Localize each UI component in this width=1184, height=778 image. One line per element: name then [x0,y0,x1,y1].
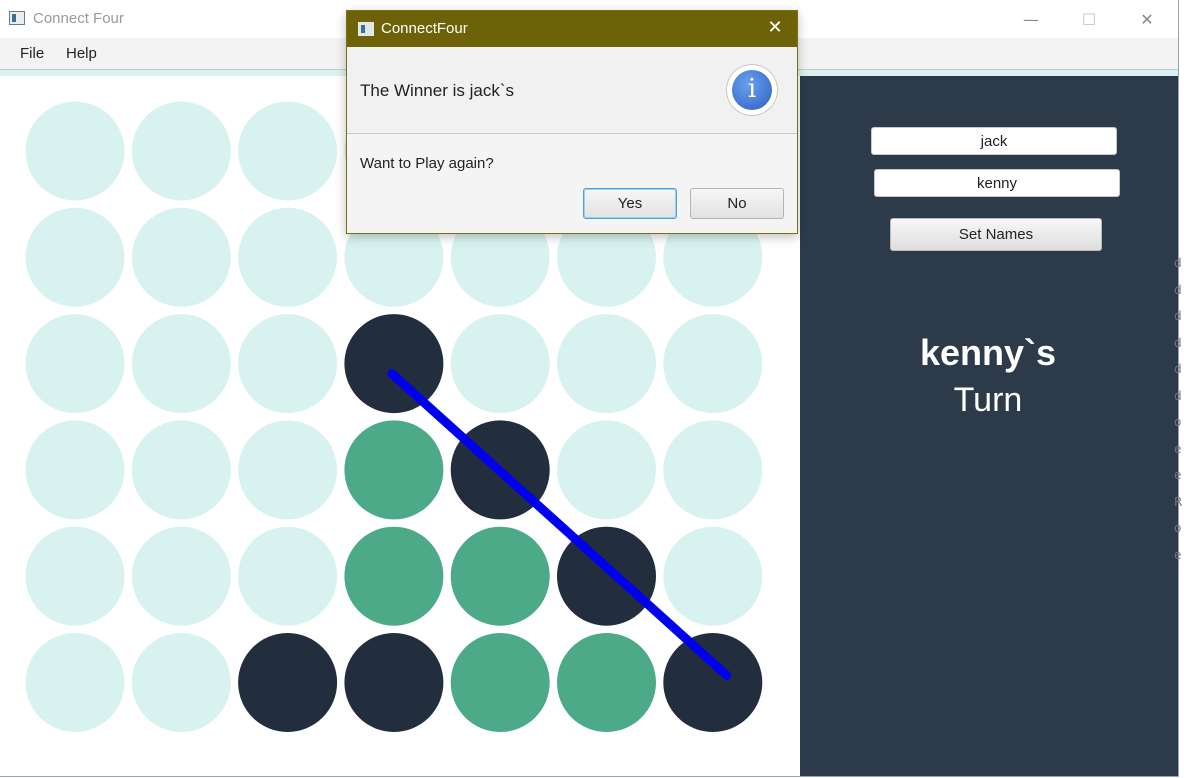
board-cell-r5-c0-empty[interactable] [25,633,125,732]
board-cell-r3-c1-empty[interactable] [131,420,231,520]
dialog-titlebar: ConnectFour ✕ [347,11,797,47]
current-player-name: kenny`s [919,332,1057,373]
board-cell-r2-c2-empty[interactable] [238,314,338,414]
player2-name-input[interactable] [874,169,1120,197]
board-cell-r1-c2-empty[interactable] [238,207,338,307]
no-button[interactable]: No [690,188,784,219]
board-cell-r0-c0-empty[interactable] [25,101,125,201]
board-cell-r4-c6-empty[interactable] [663,526,763,626]
board-cell-r2-c5-empty[interactable] [557,314,656,414]
board-cell-r5-c1-empty[interactable] [131,633,231,732]
dialog-title: ConnectFour [381,20,468,37]
info-icon: i [727,65,777,115]
board-cell-r3-c5-empty[interactable] [557,420,656,520]
player1-name-input[interactable] [871,127,1117,155]
board-cell-r4-c0-empty[interactable] [25,526,125,626]
board-cell-r5-c4-green[interactable] [450,633,550,732]
board-cell-r3-c6-empty[interactable] [663,420,763,520]
play-again-question: Want to Play again? [360,155,494,172]
info-icon-glyph: i [747,74,757,104]
winning-line [387,369,732,680]
board-cell-r2-c3-dark[interactable] [344,314,444,414]
board-cell-r2-c1-empty[interactable] [131,314,231,414]
close-icon[interactable]: ✕ [1124,4,1170,34]
background-window-edge: ddddddoeeRoe [1174,256,1183,562]
board-cell-r5-c2-dark[interactable] [238,633,338,732]
board-cell-r3-c0-empty[interactable] [25,420,125,520]
board-cell-r2-c4-empty[interactable] [450,314,550,414]
set-names-button[interactable]: Set Names [890,218,1102,251]
menu-help[interactable]: Help [66,45,97,62]
yes-button[interactable]: Yes [583,188,677,219]
board-cell-r5-c3-dark[interactable] [344,633,444,732]
board-cell-r1-c1-empty[interactable] [131,207,231,307]
board-cell-r4-c2-empty[interactable] [238,526,338,626]
board-cell-r2-c0-empty[interactable] [25,314,125,414]
dialog-header: The Winner is jack`s i [347,47,797,134]
turn-label: Turn [953,381,1023,419]
dialog-app-icon [358,22,374,36]
minimize-icon[interactable]: — [1008,4,1054,34]
board-cell-r3-c2-empty[interactable] [238,420,338,520]
board-cell-r0-c1-empty[interactable] [131,101,231,201]
board-cell-r4-c4-green[interactable] [450,526,550,626]
window-title: Connect Four [33,10,124,27]
board-cell-r5-c6-dark[interactable] [663,633,763,732]
board-cell-r4-c3-green[interactable] [344,526,444,626]
board-cell-r2-c6-empty[interactable] [663,314,763,414]
side-panel: Set Names kenny`s Turn [800,76,1178,776]
winner-dialog: ConnectFour ✕ The Winner is jack`s i Wan… [346,10,798,234]
board-cell-r1-c0-empty[interactable] [25,207,125,307]
board-cell-r5-c5-green[interactable] [557,633,656,732]
maximize-icon[interactable]: ☐ [1066,4,1112,34]
board-cell-r3-c3-green[interactable] [344,420,444,520]
dialog-close-icon[interactable]: ✕ [761,17,789,41]
winner-message: The Winner is jack`s [360,81,514,100]
board-cell-r0-c2-empty[interactable] [238,101,338,201]
board-cell-r4-c1-empty[interactable] [131,526,231,626]
app-icon [9,11,25,25]
menu-file[interactable]: File [20,45,44,62]
